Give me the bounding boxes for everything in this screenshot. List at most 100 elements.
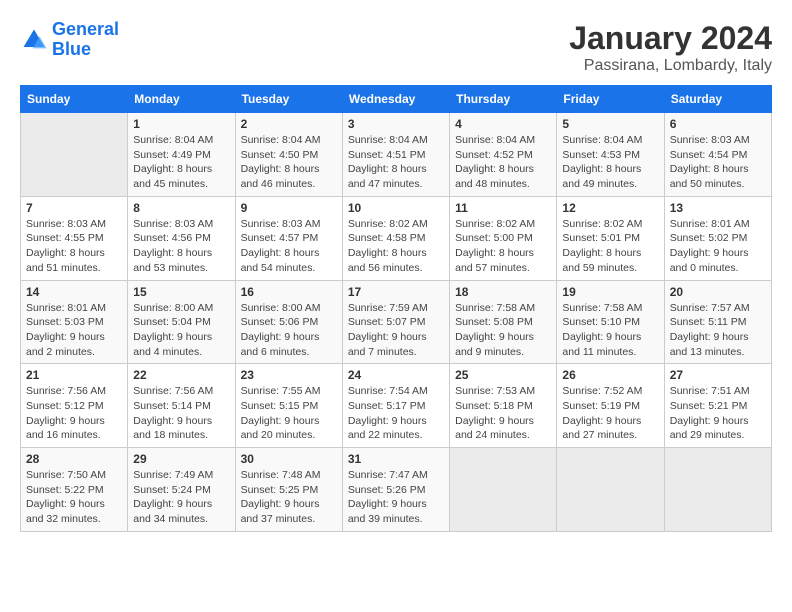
day-cell: 21 Sunrise: 7:56 AM Sunset: 5:12 PM Dayli… [21, 364, 128, 448]
day-info: Sunrise: 8:03 AM Sunset: 4:54 PM Dayligh… [670, 133, 766, 192]
week-row-4: 28 Sunrise: 7:50 AM Sunset: 5:22 PM Dayli… [21, 448, 772, 532]
header-thursday: Thursday [450, 86, 557, 113]
day-cell: 7Sunrise: 8:03 AM Sunset: 4:55 PM Daylig… [21, 196, 128, 280]
day-info: Sunrise: 7:47 AM Sunset: 5:26 PM Dayligh… [348, 468, 444, 527]
day-cell: 2 Sunrise: 8:04 AM Sunset: 4:50 PM Daylig… [235, 113, 342, 197]
day-number: 22 [133, 368, 229, 382]
day-number: 4 [455, 117, 551, 131]
day-cell: 3 Sunrise: 8:04 AM Sunset: 4:51 PM Daylig… [342, 113, 449, 197]
day-info: Sunrise: 8:04 AM Sunset: 4:51 PM Dayligh… [348, 133, 444, 192]
day-info: Sunrise: 7:57 AM Sunset: 5:11 PM Dayligh… [670, 301, 766, 360]
day-cell: 9 Sunrise: 8:03 AM Sunset: 4:57 PM Daylig… [235, 196, 342, 280]
day-number: 7 [26, 201, 122, 215]
calendar-table: SundayMondayTuesdayWednesdayThursdayFrid… [20, 85, 772, 532]
week-row-2: 14Sunrise: 8:01 AM Sunset: 5:03 PM Dayli… [21, 280, 772, 364]
day-info: Sunrise: 8:01 AM Sunset: 5:03 PM Dayligh… [26, 301, 122, 360]
subtitle: Passirana, Lombardy, Italy [569, 57, 772, 75]
logo-text: General Blue [52, 20, 119, 60]
day-info: Sunrise: 8:00 AM Sunset: 5:06 PM Dayligh… [241, 301, 337, 360]
day-cell: 19Sunrise: 7:58 AM Sunset: 5:10 PM Dayli… [557, 280, 664, 364]
day-cell [21, 113, 128, 197]
day-number: 3 [348, 117, 444, 131]
day-number: 11 [455, 201, 551, 215]
day-cell: 25 Sunrise: 7:53 AM Sunset: 5:18 PM Dayli… [450, 364, 557, 448]
day-cell: 24 Sunrise: 7:54 AM Sunset: 5:17 PM Dayli… [342, 364, 449, 448]
day-info: Sunrise: 8:00 AM Sunset: 5:04 PM Dayligh… [133, 301, 229, 360]
day-info: Sunrise: 7:56 AM Sunset: 5:14 PM Dayligh… [133, 384, 229, 443]
day-info: Sunrise: 8:02 AM Sunset: 5:01 PM Dayligh… [562, 217, 658, 276]
day-cell: 23Sunrise: 7:55 AM Sunset: 5:15 PM Dayli… [235, 364, 342, 448]
day-number: 10 [348, 201, 444, 215]
day-cell: 17 Sunrise: 7:59 AM Sunset: 5:07 PM Dayli… [342, 280, 449, 364]
day-number: 25 [455, 368, 551, 382]
day-cell: 18Sunrise: 7:58 AM Sunset: 5:08 PM Dayli… [450, 280, 557, 364]
day-number: 31 [348, 452, 444, 466]
day-cell: 8Sunrise: 8:03 AM Sunset: 4:56 PM Daylig… [128, 196, 235, 280]
day-cell: 30Sunrise: 7:48 AM Sunset: 5:25 PM Dayli… [235, 448, 342, 532]
day-number: 17 [348, 285, 444, 299]
day-cell: 4 Sunrise: 8:04 AM Sunset: 4:52 PM Daylig… [450, 113, 557, 197]
day-info: Sunrise: 8:04 AM Sunset: 4:50 PM Dayligh… [241, 133, 337, 192]
main-title: January 2024 [569, 20, 772, 57]
day-info: Sunrise: 7:58 AM Sunset: 5:10 PM Dayligh… [562, 301, 658, 360]
day-info: Sunrise: 7:53 AM Sunset: 5:18 PM Dayligh… [455, 384, 551, 443]
day-number: 20 [670, 285, 766, 299]
header-saturday: Saturday [664, 86, 771, 113]
day-info: Sunrise: 7:59 AM Sunset: 5:07 PM Dayligh… [348, 301, 444, 360]
logo: General Blue [20, 20, 119, 60]
logo-icon [20, 26, 48, 54]
day-info: Sunrise: 8:01 AM Sunset: 5:02 PM Dayligh… [670, 217, 766, 276]
day-number: 2 [241, 117, 337, 131]
day-number: 12 [562, 201, 658, 215]
day-cell: 28 Sunrise: 7:50 AM Sunset: 5:22 PM Dayli… [21, 448, 128, 532]
logo-line2: Blue [52, 39, 91, 59]
day-cell [450, 448, 557, 532]
day-cell [557, 448, 664, 532]
day-info: Sunrise: 8:03 AM Sunset: 4:56 PM Dayligh… [133, 217, 229, 276]
day-cell: 5Sunrise: 8:04 AM Sunset: 4:53 PM Daylig… [557, 113, 664, 197]
day-info: Sunrise: 7:49 AM Sunset: 5:24 PM Dayligh… [133, 468, 229, 527]
header-wednesday: Wednesday [342, 86, 449, 113]
day-number: 21 [26, 368, 122, 382]
calendar-header: SundayMondayTuesdayWednesdayThursdayFrid… [21, 86, 772, 113]
calendar-body: 1Sunrise: 8:04 AM Sunset: 4:49 PM Daylig… [21, 113, 772, 532]
day-cell: 22 Sunrise: 7:56 AM Sunset: 5:14 PM Dayli… [128, 364, 235, 448]
title-block: January 2024 Passirana, Lombardy, Italy [569, 20, 772, 75]
week-row-3: 21 Sunrise: 7:56 AM Sunset: 5:12 PM Dayli… [21, 364, 772, 448]
day-number: 28 [26, 452, 122, 466]
page-header: General Blue January 2024 Passirana, Lom… [20, 20, 772, 75]
day-cell: 29 Sunrise: 7:49 AM Sunset: 5:24 PM Dayli… [128, 448, 235, 532]
day-info: Sunrise: 8:02 AM Sunset: 4:58 PM Dayligh… [348, 217, 444, 276]
day-cell: 6 Sunrise: 8:03 AM Sunset: 4:54 PM Daylig… [664, 113, 771, 197]
day-cell: 13 Sunrise: 8:01 AM Sunset: 5:02 PM Dayli… [664, 196, 771, 280]
day-number: 30 [241, 452, 337, 466]
day-info: Sunrise: 7:56 AM Sunset: 5:12 PM Dayligh… [26, 384, 122, 443]
day-info: Sunrise: 7:54 AM Sunset: 5:17 PM Dayligh… [348, 384, 444, 443]
day-cell: 10 Sunrise: 8:02 AM Sunset: 4:58 PM Dayli… [342, 196, 449, 280]
day-cell: 26 Sunrise: 7:52 AM Sunset: 5:19 PM Dayli… [557, 364, 664, 448]
day-info: Sunrise: 8:04 AM Sunset: 4:53 PM Dayligh… [562, 133, 658, 192]
day-cell: 11 Sunrise: 8:02 AM Sunset: 5:00 PM Dayli… [450, 196, 557, 280]
header-sunday: Sunday [21, 86, 128, 113]
day-number: 6 [670, 117, 766, 131]
day-info: Sunrise: 8:04 AM Sunset: 4:49 PM Dayligh… [133, 133, 229, 192]
header-friday: Friday [557, 86, 664, 113]
day-number: 26 [562, 368, 658, 382]
day-info: Sunrise: 8:02 AM Sunset: 5:00 PM Dayligh… [455, 217, 551, 276]
day-cell: 14Sunrise: 8:01 AM Sunset: 5:03 PM Dayli… [21, 280, 128, 364]
day-number: 27 [670, 368, 766, 382]
day-number: 29 [133, 452, 229, 466]
day-info: Sunrise: 7:52 AM Sunset: 5:19 PM Dayligh… [562, 384, 658, 443]
day-number: 24 [348, 368, 444, 382]
day-info: Sunrise: 7:58 AM Sunset: 5:08 PM Dayligh… [455, 301, 551, 360]
day-info: Sunrise: 8:03 AM Sunset: 4:57 PM Dayligh… [241, 217, 337, 276]
day-number: 16 [241, 285, 337, 299]
day-info: Sunrise: 8:04 AM Sunset: 4:52 PM Dayligh… [455, 133, 551, 192]
day-number: 13 [670, 201, 766, 215]
day-number: 23 [241, 368, 337, 382]
day-number: 9 [241, 201, 337, 215]
week-row-1: 7Sunrise: 8:03 AM Sunset: 4:55 PM Daylig… [21, 196, 772, 280]
header-row: SundayMondayTuesdayWednesdayThursdayFrid… [21, 86, 772, 113]
day-cell: 1Sunrise: 8:04 AM Sunset: 4:49 PM Daylig… [128, 113, 235, 197]
day-info: Sunrise: 7:50 AM Sunset: 5:22 PM Dayligh… [26, 468, 122, 527]
